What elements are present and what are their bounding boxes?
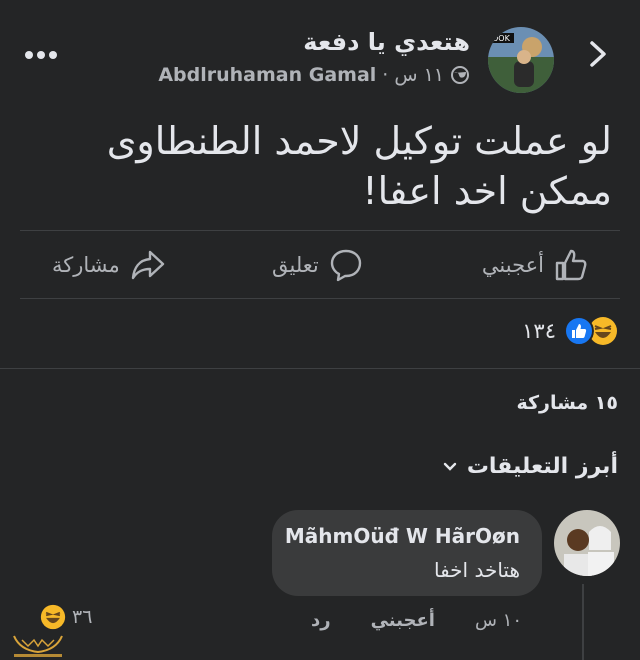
- share-count[interactable]: ١٥ مشاركة: [516, 392, 618, 414]
- post-author[interactable]: Abdlruhaman Gamal: [158, 64, 376, 86]
- thumbs-up-icon: [554, 248, 588, 282]
- svg-text:OOK: OOK: [492, 34, 511, 43]
- commenter-avatar[interactable]: [554, 510, 620, 576]
- audience-globe-icon: [450, 65, 470, 85]
- reply-thread-line: [582, 584, 584, 660]
- comment-actions: ١٠ س أعجبني رد: [311, 610, 522, 631]
- comment-time[interactable]: ١٠ س: [475, 610, 522, 631]
- comment-filter-dropdown[interactable]: أبرز التعليقات: [443, 454, 618, 479]
- comment-bubble[interactable]: [272, 510, 542, 596]
- reaction-count: ١٣٤: [522, 319, 556, 343]
- reaction-summary[interactable]: ١٣٤: [522, 316, 618, 346]
- post-time[interactable]: ١١ س: [394, 64, 444, 86]
- share-label: مشاركة: [52, 253, 120, 277]
- share-arrow-icon: [130, 248, 166, 282]
- chevron-down-icon: [443, 462, 457, 472]
- divider-section: [0, 368, 640, 369]
- comment-reply-button[interactable]: رد: [311, 610, 331, 631]
- watermark-logo-icon: [8, 606, 68, 660]
- group-name[interactable]: هتعدي يا دفعة: [303, 28, 470, 56]
- like-button[interactable]: أعجبني: [482, 248, 588, 282]
- commenter-name[interactable]: MãhmOüđ W HãrOøn: [285, 524, 520, 548]
- like-label: أعجبني: [481, 253, 544, 277]
- divider-bottom: [20, 298, 620, 299]
- comment-reaction-count: ٣٦: [72, 606, 93, 628]
- comment-like-button[interactable]: أعجبني: [371, 610, 435, 631]
- comment-label: تعليق: [272, 253, 319, 277]
- group-avatar[interactable]: OOK: [488, 27, 554, 93]
- divider-top: [20, 230, 620, 231]
- comment-filter-label: أبرز التعليقات: [466, 454, 618, 479]
- meta-separator: ·: [382, 64, 389, 86]
- comment-text: هتاخد اخفا: [433, 558, 520, 582]
- post-text: لو عملت توكيل لاحمد الطنطاوى ممكن اخد اع…: [106, 119, 612, 213]
- speech-bubble-icon: [329, 248, 363, 282]
- more-dots-icon[interactable]: [24, 50, 58, 60]
- comment-button[interactable]: تعليق: [272, 248, 363, 282]
- back-chevron-icon[interactable]: [586, 40, 610, 68]
- like-reaction-icon: [564, 316, 594, 346]
- post-meta: ١١ س · Abdlruhaman Gamal: [158, 64, 470, 86]
- share-button[interactable]: مشاركة: [52, 248, 166, 282]
